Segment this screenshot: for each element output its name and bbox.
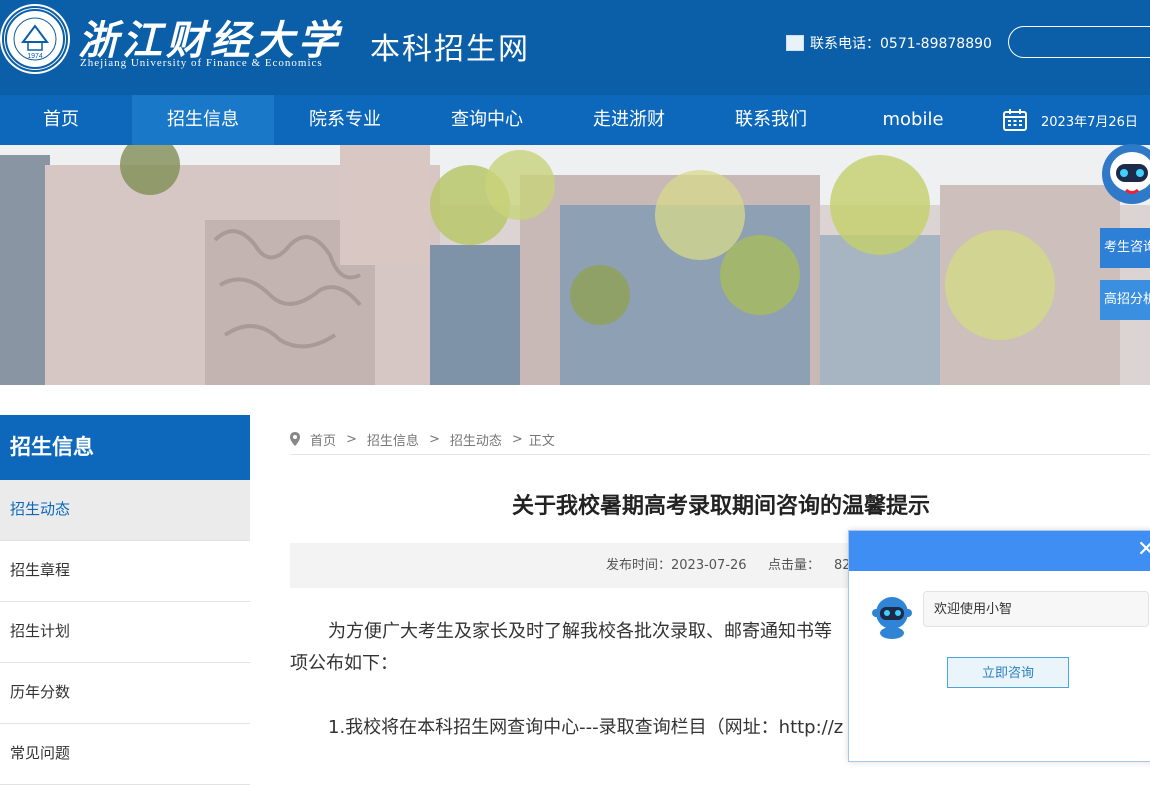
article-title: 关于我校暑期高考录取期间咨询的温馨提示 (512, 494, 931, 519)
campus-banner-image (0, 145, 1150, 385)
nav-item-admission-info[interactable]: 招生信息 (132, 95, 274, 145)
site-header: 1974 浙江财经大学 Zhejiang University of Finan… (0, 0, 1150, 95)
sidebar-title: 招生信息 (0, 415, 250, 480)
breadcrumb-current: 正文 (528, 433, 555, 449)
floating-assistant-panel: 考生咨询 高招分析 (1100, 140, 1150, 340)
nav-item-departments[interactable]: 院系专业 (274, 95, 416, 145)
publish-time: 发布时间：2023-07-26 (606, 558, 747, 573)
admission-analysis-button[interactable]: 高招分析 (1100, 280, 1150, 320)
contact-phone: 联系电话：0571-89878890 (786, 33, 992, 53)
sidebar-item-faq[interactable]: 常见问题 (0, 724, 250, 785)
nav-date: 2023年7月26日 (1003, 95, 1138, 145)
nav-item-query-center[interactable]: 查询中心 (416, 95, 558, 145)
current-date: 2023年7月26日 (1041, 114, 1138, 130)
university-name-en: Zhejiang University of Finance & Economi… (80, 57, 323, 69)
university-seal-logo[interactable]: 1974 (2, 6, 68, 72)
paragraph-line: 为方便广大考生及家长及时了解我校各批次录取、邮寄通知书等 (328, 621, 832, 642)
breadcrumb-level2[interactable]: 招生动态 (450, 430, 502, 449)
chat-popup: ✕ 欢迎使用小智 立即咨询 (848, 530, 1150, 762)
search-input[interactable] (1008, 26, 1150, 58)
nav-item-contact[interactable]: 联系我们 (700, 95, 842, 145)
sidebar-item-scores[interactable]: 历年分数 (0, 663, 250, 724)
sidebar-item-regulations[interactable]: 招生章程 (0, 541, 250, 602)
close-icon[interactable]: ✕ (1137, 539, 1150, 561)
nav-item-home[interactable]: 首页 (0, 95, 122, 145)
breadcrumb-home[interactable]: 首页 (310, 430, 336, 449)
hits-label: 点击量： (768, 558, 821, 573)
main-nav: 首页 招生信息 院系专业 查询中心 走进浙财 联系我们 mobile 2023年… (0, 95, 1150, 145)
nav-item-mobile[interactable]: mobile (842, 95, 984, 145)
sidebar-item-admission-news[interactable]: 招生动态 (0, 480, 250, 541)
breadcrumb-separator: > (428, 431, 440, 447)
calendar-icon (1003, 109, 1027, 131)
breadcrumb-separator: > (511, 431, 523, 447)
location-pin-icon (290, 432, 300, 446)
consult-now-button[interactable]: 立即咨询 (947, 657, 1069, 688)
student-consult-button[interactable]: 考生咨询 (1100, 228, 1150, 268)
breadcrumb: 首页 > 招生信息 > 招生动态 > 正文 (290, 424, 1150, 455)
breadcrumb-separator: > (346, 431, 357, 447)
breadcrumb-level1[interactable]: 招生信息 (367, 430, 419, 449)
chat-welcome-message: 欢迎使用小智 (923, 591, 1149, 627)
phone-icon (786, 35, 804, 51)
sidebar-item-plan[interactable]: 招生计划 (0, 602, 250, 663)
nav-item-about[interactable]: 走进浙财 (558, 95, 700, 145)
chatbot-avatar-icon (872, 597, 912, 639)
seal-year: 1974 (27, 53, 43, 60)
robot-icon[interactable] (1100, 140, 1150, 210)
site-name: 本科招生网 (370, 32, 530, 67)
contact-phone-text: 联系电话：0571-89878890 (810, 36, 992, 52)
chat-header: ✕ (849, 531, 1150, 571)
